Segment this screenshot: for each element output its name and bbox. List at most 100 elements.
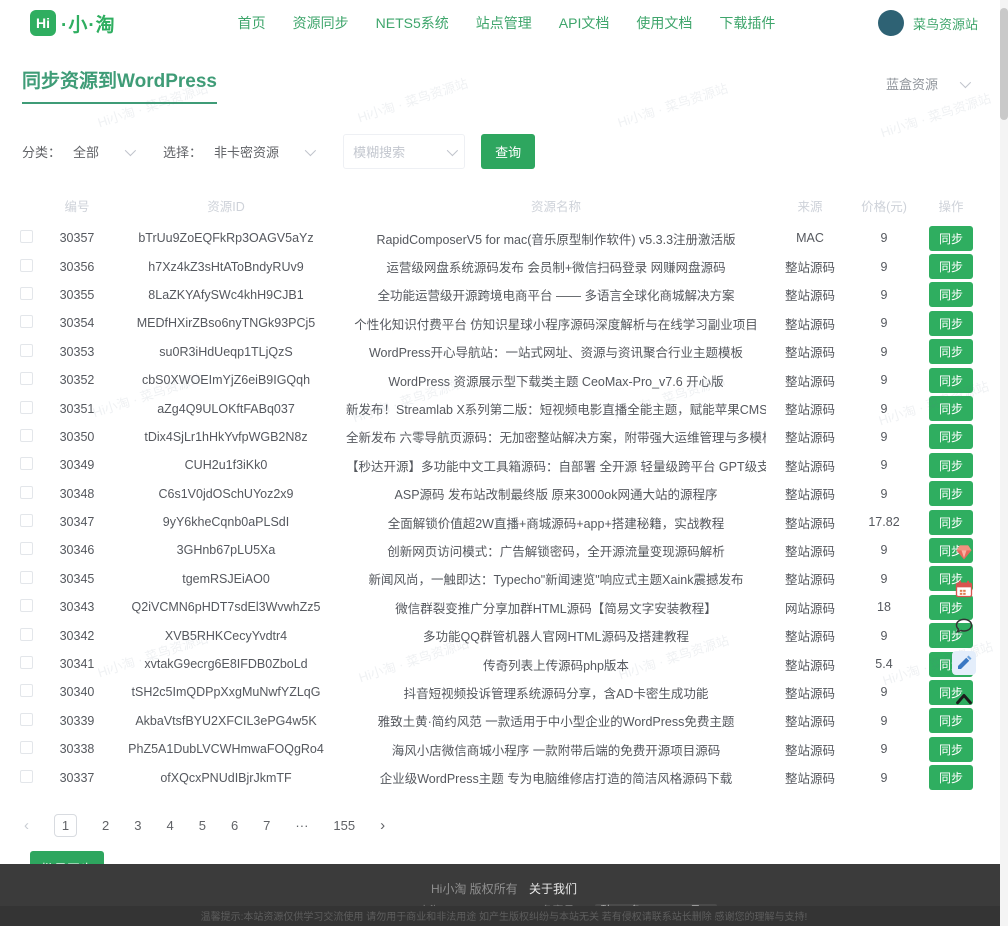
row-action-cell: 同步 bbox=[914, 282, 988, 307]
nav-item-7[interactable]: 下载插件 bbox=[719, 13, 775, 33]
row-checkbox[interactable] bbox=[20, 457, 33, 470]
row-checkbox[interactable] bbox=[20, 571, 33, 584]
resource-id: 9yY6kheCqnb0aPLSdI bbox=[106, 515, 346, 529]
row-checkbox[interactable] bbox=[20, 656, 33, 669]
row-checkbox-cell bbox=[20, 656, 48, 672]
resource-price: 9 bbox=[854, 742, 914, 756]
back-to-top-icon[interactable] bbox=[952, 688, 976, 712]
row-number: 30352 bbox=[48, 373, 106, 387]
resource-id: bTrUu9ZoEQFkRp3OAGV5aYz bbox=[106, 231, 346, 245]
row-checkbox[interactable] bbox=[20, 713, 33, 726]
resource-source: 整站源码 bbox=[766, 484, 854, 503]
resource-price: 17.82 bbox=[854, 515, 914, 529]
sync-button[interactable]: 同步 bbox=[929, 510, 973, 535]
type-select[interactable]: 非卡密资源 bbox=[214, 142, 313, 161]
row-checkbox[interactable] bbox=[20, 230, 33, 243]
scrollbar-thumb[interactable] bbox=[1000, 8, 1008, 120]
row-checkbox[interactable] bbox=[20, 287, 33, 300]
sync-button[interactable]: 同步 bbox=[929, 481, 973, 506]
sync-button[interactable]: 同步 bbox=[929, 254, 973, 279]
resource-id: h7Xz4kZ3sHtAToBndyRUv9 bbox=[106, 260, 346, 274]
page-ellipsis: ··· bbox=[295, 818, 308, 833]
edit-icon[interactable] bbox=[952, 651, 976, 675]
about-link[interactable]: 关于我们 bbox=[529, 882, 577, 896]
chat-icon[interactable] bbox=[952, 614, 976, 638]
nav-item-6[interactable]: 使用文档 bbox=[636, 13, 692, 33]
column-header: 价格(元) bbox=[854, 196, 914, 215]
resource-price: 18 bbox=[854, 600, 914, 614]
nav-item-3[interactable]: NETS5系统 bbox=[376, 13, 449, 33]
avatar[interactable] bbox=[878, 10, 904, 36]
row-checkbox[interactable] bbox=[20, 429, 33, 442]
scrollbar[interactable] bbox=[1000, 0, 1008, 926]
resource-name: 雅致土黄·简约风范 一款适用于中小型企业的WordPress免费主题 bbox=[346, 711, 766, 730]
column-header: 操作 bbox=[914, 196, 988, 215]
sync-button[interactable]: 同步 bbox=[929, 339, 973, 364]
resource-id: 3GHnb67pLU5Xa bbox=[106, 543, 346, 557]
nav-item-2[interactable]: 资源同步 bbox=[293, 13, 349, 33]
sync-button[interactable]: 同步 bbox=[929, 453, 973, 478]
resource-name: ASP源码 发布站改制最终版 原来3000ok网通大站的源程序 bbox=[346, 484, 766, 503]
gem-icon[interactable] bbox=[952, 540, 976, 564]
page-number-3[interactable]: 3 bbox=[134, 818, 141, 833]
resource-id: MEDfHXirZBso6nyTNGk93PCj5 bbox=[106, 316, 346, 330]
sync-button[interactable]: 同步 bbox=[929, 396, 973, 421]
resource-source: 整站源码 bbox=[766, 456, 854, 475]
prev-page-button[interactable]: ‹ bbox=[24, 817, 29, 834]
row-checkbox[interactable] bbox=[20, 259, 33, 272]
row-checkbox[interactable] bbox=[20, 599, 33, 612]
resource-source: 整站源码 bbox=[766, 569, 854, 588]
table-row: 30341xvtakG9ecrg6E8IFDB0ZboLd传奇列表上传源码php… bbox=[0, 650, 1008, 678]
row-action-cell: 同步 bbox=[914, 424, 988, 449]
table-row: 30339AkbaVtsfBYU2XFCIL3ePG4w5K雅致土黄·简约风范 … bbox=[0, 707, 1008, 735]
row-checkbox[interactable] bbox=[20, 372, 33, 385]
user-menu[interactable]: 菜鸟资源站 bbox=[878, 10, 978, 36]
page-number-2[interactable]: 2 bbox=[102, 818, 109, 833]
row-checkbox[interactable] bbox=[20, 315, 33, 328]
sync-button[interactable]: 同步 bbox=[929, 765, 973, 790]
sync-button[interactable]: 同步 bbox=[929, 708, 973, 733]
library-select[interactable]: 蓝盒资源 bbox=[886, 74, 968, 93]
row-checkbox-cell bbox=[20, 770, 48, 786]
row-number: 30353 bbox=[48, 345, 106, 359]
search-input[interactable]: 模糊搜索 bbox=[343, 134, 465, 169]
row-checkbox[interactable] bbox=[20, 684, 33, 697]
row-checkbox[interactable] bbox=[20, 770, 33, 783]
row-checkbox[interactable] bbox=[20, 628, 33, 641]
page-number-155[interactable]: 155 bbox=[333, 818, 355, 833]
row-number: 30346 bbox=[48, 543, 106, 557]
category-select[interactable]: 全部 bbox=[73, 142, 133, 161]
row-checkbox[interactable] bbox=[20, 486, 33, 499]
sync-button[interactable]: 同步 bbox=[929, 226, 973, 251]
resource-price: 9 bbox=[854, 430, 914, 444]
page-title: 同步资源到WordPress bbox=[22, 66, 217, 104]
sync-button[interactable]: 同步 bbox=[929, 282, 973, 307]
page-number-7[interactable]: 7 bbox=[263, 818, 270, 833]
nav-item-5[interactable]: API文档 bbox=[559, 13, 610, 33]
query-button[interactable]: 查询 bbox=[481, 134, 535, 169]
sync-button[interactable]: 同步 bbox=[929, 737, 973, 762]
page-number-1[interactable]: 1 bbox=[54, 814, 77, 837]
row-checkbox-cell bbox=[20, 514, 48, 530]
sync-button[interactable]: 同步 bbox=[929, 311, 973, 336]
row-checkbox[interactable] bbox=[20, 741, 33, 754]
page-number-5[interactable]: 5 bbox=[199, 818, 206, 833]
page-number-4[interactable]: 4 bbox=[166, 818, 173, 833]
calendar-icon[interactable] bbox=[952, 577, 976, 601]
row-checkbox[interactable] bbox=[20, 344, 33, 357]
page-number-6[interactable]: 6 bbox=[231, 818, 238, 833]
table-row: 30353su0R3iHdUeqp1TLjQzSWordPress开心导航站：一… bbox=[0, 338, 1008, 366]
sync-button[interactable]: 同步 bbox=[929, 424, 973, 449]
sync-button[interactable]: 同步 bbox=[929, 368, 973, 393]
row-checkbox[interactable] bbox=[20, 514, 33, 527]
next-page-button[interactable]: › bbox=[380, 817, 385, 834]
row-checkbox[interactable] bbox=[20, 542, 33, 555]
nav-item-1[interactable]: 首页 bbox=[238, 13, 266, 33]
column-header: 编号 bbox=[48, 196, 106, 215]
nav-item-4[interactable]: 站点管理 bbox=[476, 13, 532, 33]
column-header: 资源ID bbox=[106, 196, 346, 215]
row-action-cell: 同步 bbox=[914, 254, 988, 279]
resource-source: 整站源码 bbox=[766, 541, 854, 560]
site-logo[interactable]: Hi ·小·淘 bbox=[30, 10, 116, 37]
row-checkbox[interactable] bbox=[20, 401, 33, 414]
